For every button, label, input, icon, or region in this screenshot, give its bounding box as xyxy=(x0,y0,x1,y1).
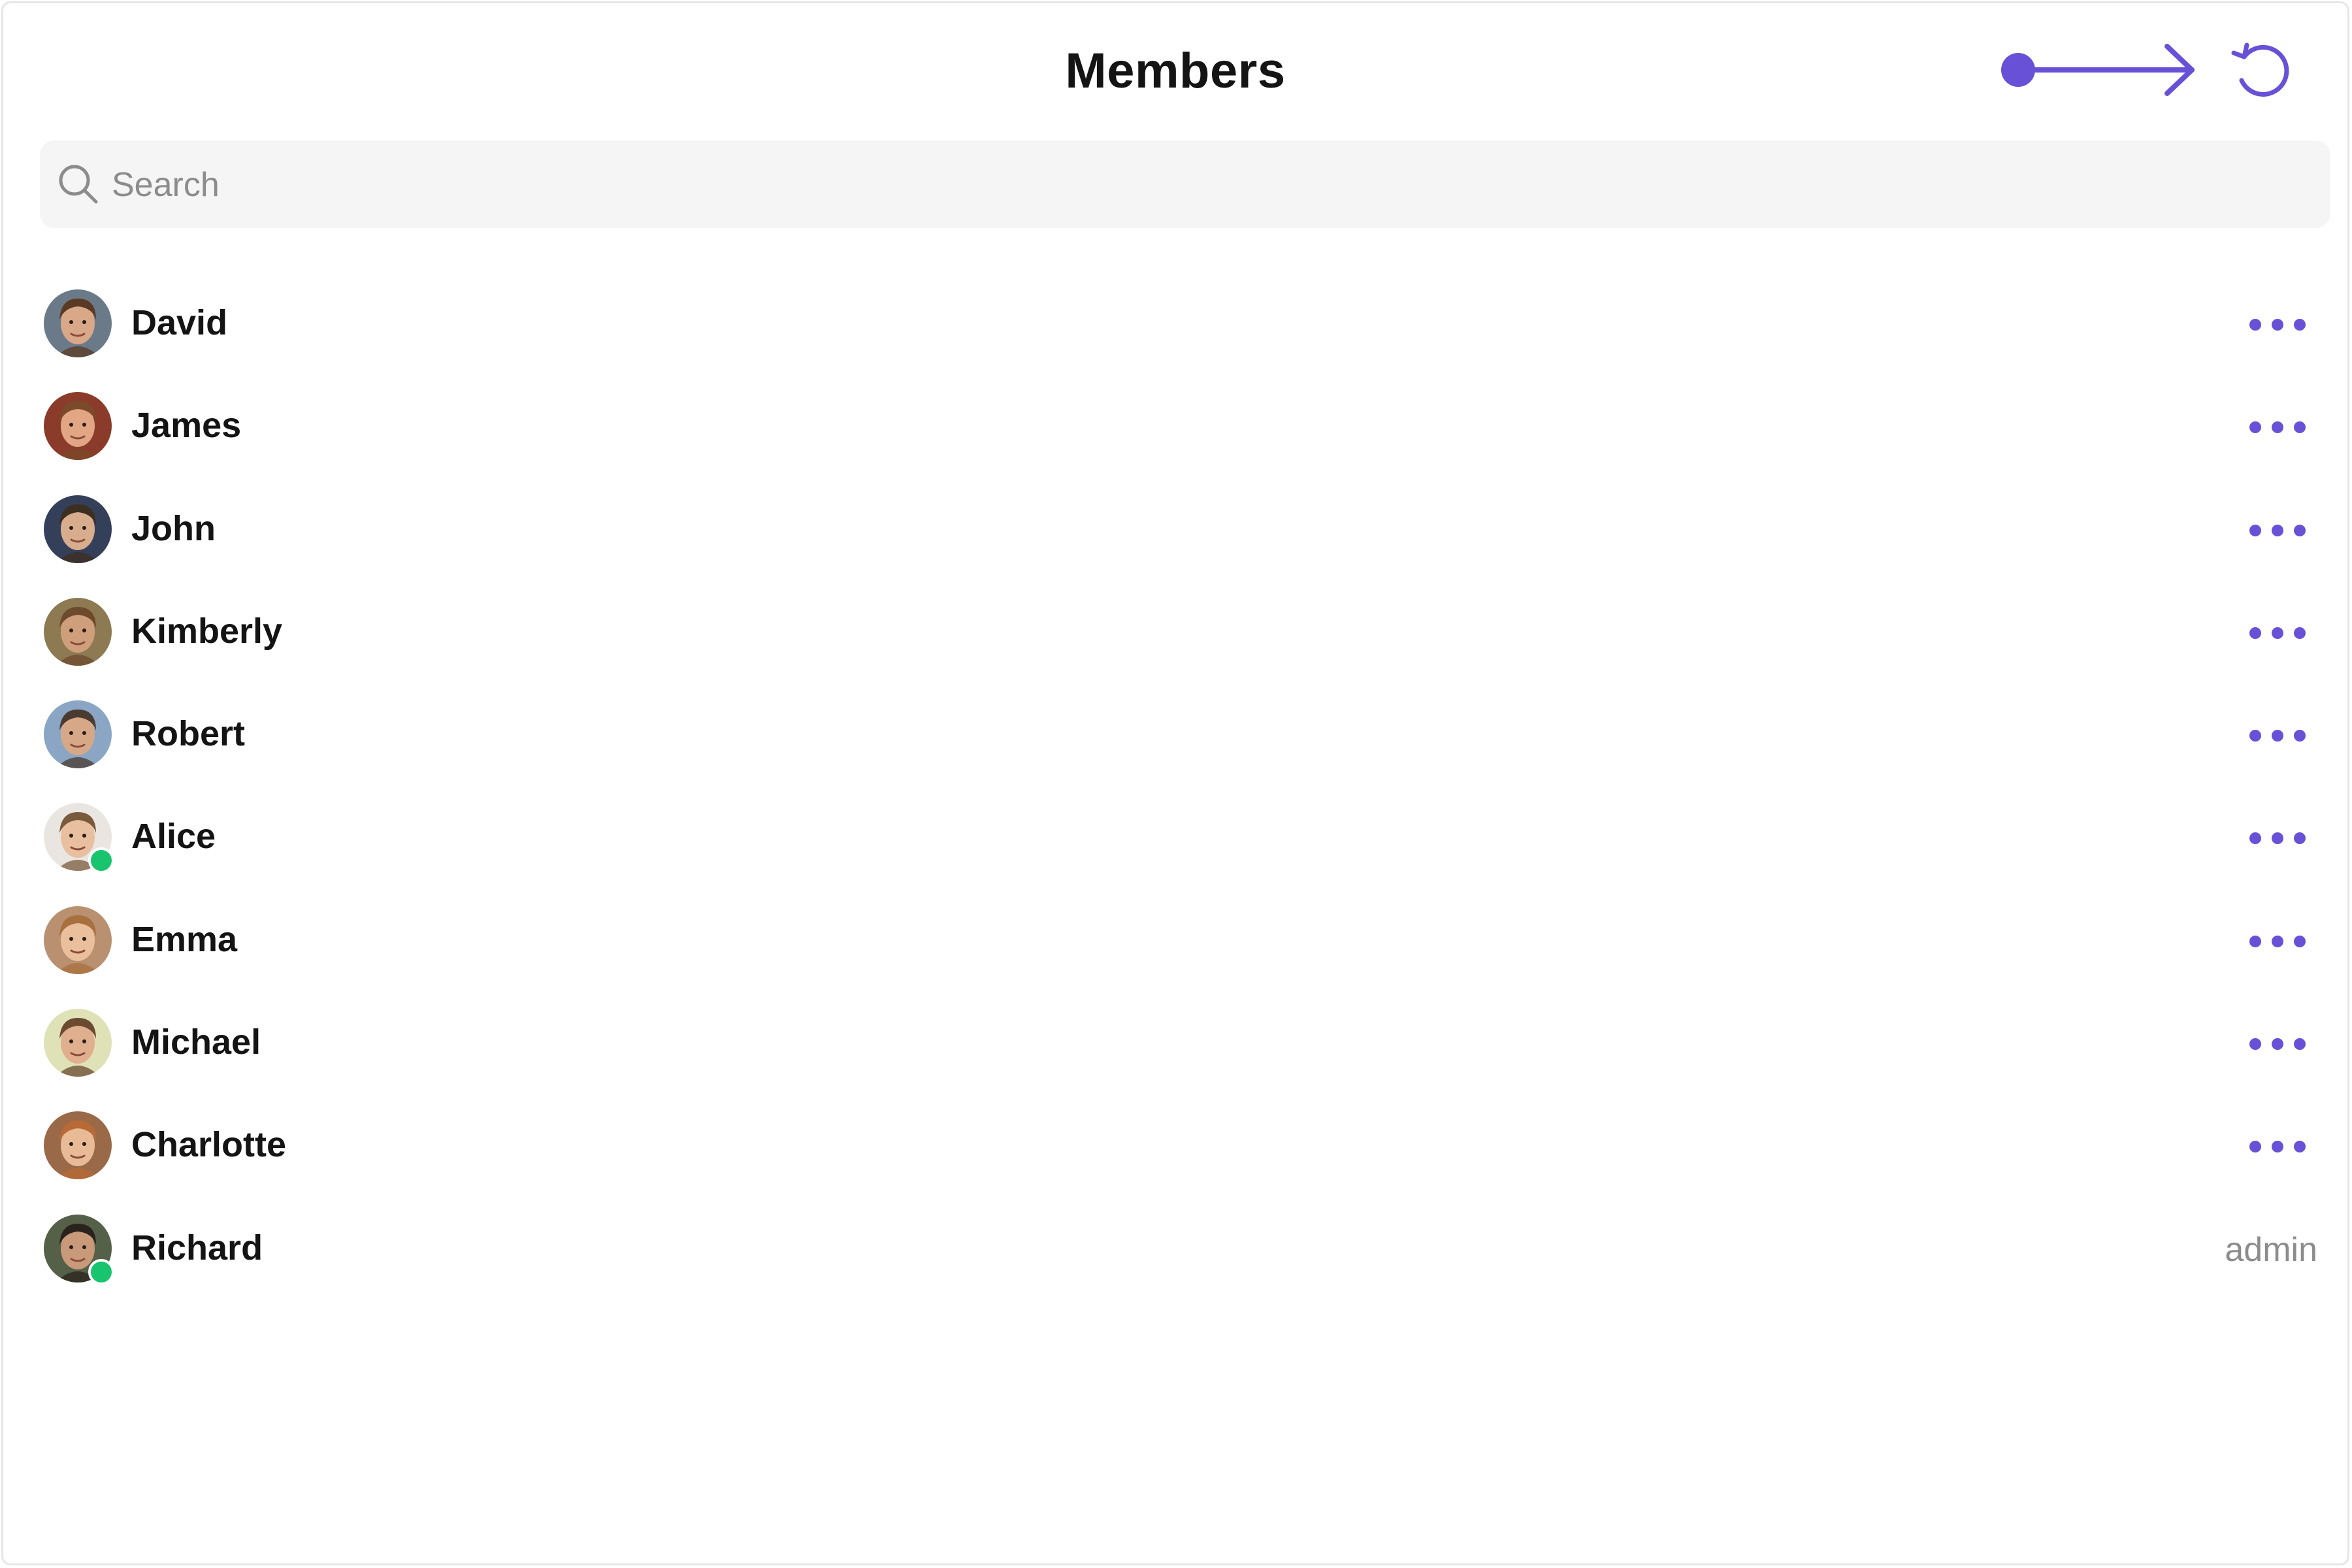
avatar xyxy=(44,906,112,974)
member-name: John xyxy=(131,508,216,548)
more-options-icon[interactable] xyxy=(2249,409,2306,446)
refresh-icon[interactable] xyxy=(2229,37,2291,100)
more-options-icon[interactable] xyxy=(2249,820,2306,857)
members-panel: Members David xyxy=(1,1,2349,1565)
search-bar[interactable] xyxy=(40,140,2330,229)
member-row[interactable]: Alice xyxy=(3,787,2352,890)
avatar xyxy=(44,803,114,874)
member-name: Charlotte xyxy=(131,1125,287,1165)
more-options-icon[interactable] xyxy=(2249,1128,2306,1165)
search-input[interactable] xyxy=(110,140,2308,229)
search-icon xyxy=(59,165,98,204)
member-name: James xyxy=(131,406,242,446)
member-row[interactable]: David xyxy=(3,274,2352,376)
member-name: Alice xyxy=(131,817,216,857)
member-name: Michael xyxy=(131,1022,261,1062)
member-name: David xyxy=(131,303,228,342)
avatar xyxy=(44,1111,112,1180)
avatar xyxy=(44,700,112,769)
member-list: David James John Kimberly Robert Alice E… xyxy=(3,274,2352,1301)
more-options-icon[interactable] xyxy=(2249,923,2306,960)
member-name: Richard xyxy=(131,1228,263,1267)
more-options-icon[interactable] xyxy=(2249,717,2306,754)
more-options-icon[interactable] xyxy=(2249,512,2306,549)
more-options-icon[interactable] xyxy=(2249,615,2306,651)
avatar xyxy=(44,1214,114,1285)
avatar xyxy=(44,597,112,666)
role-label: admin xyxy=(2225,1230,2317,1269)
online-status-indicator xyxy=(88,1258,114,1285)
member-row[interactable]: Robert xyxy=(3,685,2352,787)
more-options-icon[interactable] xyxy=(2249,1026,2306,1062)
member-name: Robert xyxy=(131,714,245,754)
avatar xyxy=(44,392,112,461)
member-row[interactable]: James xyxy=(3,376,2352,479)
member-row[interactable]: Michael xyxy=(3,993,2352,1096)
member-row[interactable]: John xyxy=(3,480,2352,582)
online-status-indicator xyxy=(88,847,114,874)
member-name: Kimberly xyxy=(131,611,283,651)
member-row[interactable]: Emma xyxy=(3,890,2352,993)
avatar xyxy=(44,495,112,563)
more-options-icon[interactable] xyxy=(2249,306,2306,343)
member-row[interactable]: Richard admin xyxy=(3,1199,2352,1301)
arrow-right-icon[interactable] xyxy=(1996,40,2205,100)
member-row[interactable]: Charlotte xyxy=(3,1096,2352,1198)
member-row[interactable]: Kimberly xyxy=(3,582,2352,685)
avatar xyxy=(44,1009,112,1077)
member-name: Emma xyxy=(131,919,238,959)
avatar xyxy=(44,289,112,357)
